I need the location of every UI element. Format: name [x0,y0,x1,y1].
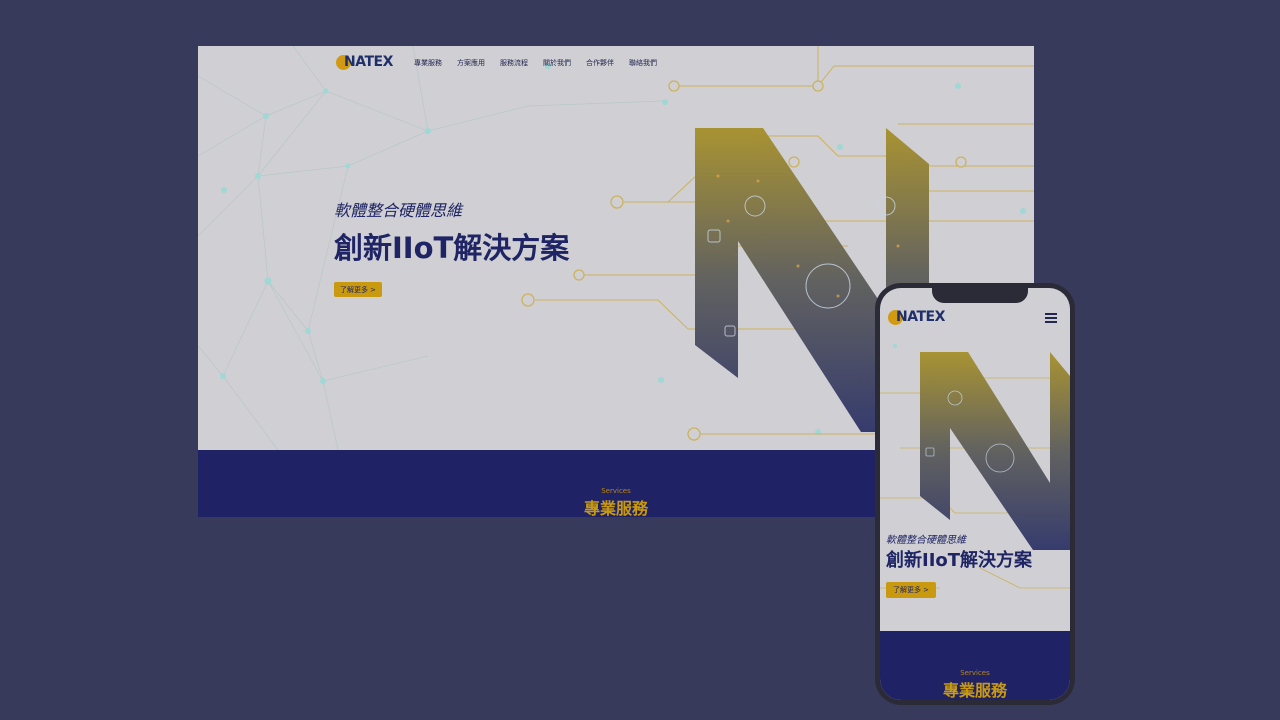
hero-headline: 創新IIoT解決方案 [334,231,570,265]
nav-item-about[interactable]: 關於我們 [543,58,571,68]
main-nav: 專業服務 方案應用 服務流程 關於我們 合作夥伴 聯絡我們 [414,58,657,68]
phone-circuit-background [880,344,1070,589]
phone-notch [932,288,1028,303]
hamburger-menu-icon[interactable] [1045,313,1057,323]
phone-brand-name: NATEX [896,309,945,325]
nav-item-partners[interactable]: 合作夥伴 [586,58,614,68]
nav-item-services[interactable]: 專業服務 [414,58,442,68]
hero-tagline: 軟體整合硬體思維 [334,201,463,220]
phone-screen: NATEX 軟體整合硬體思維 創新IIoT解決方案 了解更多 > Service… [880,288,1070,700]
brand-logo[interactable]: NATEX [336,54,393,70]
learn-more-button[interactable]: 了解更多 > [334,282,382,297]
phone-learn-more-button[interactable]: 了解更多 > [886,582,936,598]
phone-hero-tagline: 軟體整合硬體思維 [886,535,966,546]
nav-item-solutions[interactable]: 方案應用 [457,58,485,68]
phone-services-en-label: Services [960,669,990,677]
phone-brand-logo[interactable]: NATEX [888,309,945,325]
nav-item-contact[interactable]: 聯絡我們 [629,58,657,68]
phone-services-section: Services 專業服務 [880,631,1070,700]
brand-name: NATEX [344,54,393,70]
phone-services-title: 專業服務 [942,681,1007,700]
nav-item-process[interactable]: 服務流程 [500,58,528,68]
phone-mockup: NATEX 軟體整合硬體思維 創新IIoT解決方案 了解更多 > Service… [875,283,1075,705]
phone-hero-headline: 創新IIoT解決方案 [886,550,1033,571]
